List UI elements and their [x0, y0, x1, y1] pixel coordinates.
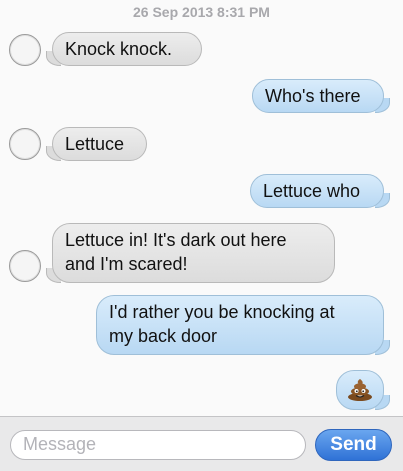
message-text: Lettuce: [65, 134, 125, 154]
incoming-message-bubble[interactable]: Lettuce: [46, 127, 147, 161]
composer-bar: Message Send: [0, 416, 403, 471]
pile-of-poo-emoji-icon: [347, 377, 373, 401]
outgoing-message-bubble[interactable]: [336, 370, 390, 410]
outgoing-message-bubble[interactable]: Who's there: [252, 79, 390, 113]
message-text: Knock knock.: [65, 39, 173, 59]
contact-avatar[interactable]: [9, 250, 41, 282]
incoming-message-bubble[interactable]: Knock knock.: [46, 32, 202, 66]
message-text-line-2: and I'm scared!: [65, 254, 188, 274]
contact-avatar[interactable]: [9, 128, 41, 160]
contact-avatar[interactable]: [9, 34, 41, 66]
send-button[interactable]: Send: [315, 429, 392, 461]
timestamp: 26 Sep 2013 8:31 PM: [133, 4, 270, 20]
message-input-placeholder: Message: [23, 434, 97, 454]
message-input[interactable]: Message: [10, 430, 306, 460]
outgoing-message-bubble[interactable]: I'd rather you be knocking at my back do…: [96, 295, 390, 355]
message-text-line-1: I'd rather you be knocking at: [109, 302, 335, 322]
message-text: Lettuce who: [263, 181, 361, 201]
incoming-message-bubble[interactable]: Lettuce in! It's dark out here and I'm s…: [46, 223, 335, 283]
outgoing-message-bubble[interactable]: Lettuce who: [250, 174, 390, 208]
message-text-line-1: Lettuce in! It's dark out here: [65, 230, 287, 250]
message-text-line-2: my back door: [109, 326, 218, 346]
message-text: Who's there: [265, 86, 361, 106]
